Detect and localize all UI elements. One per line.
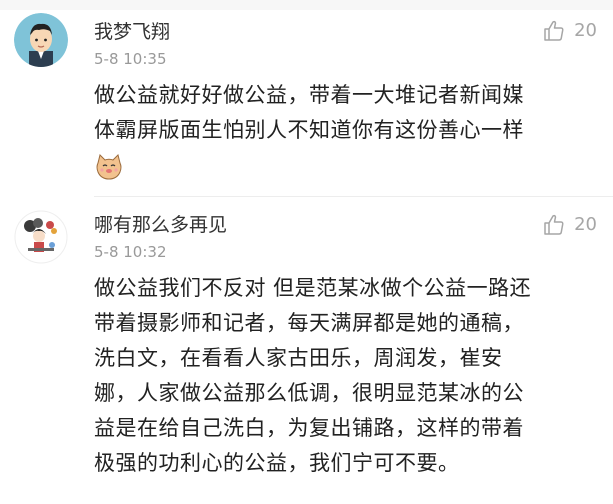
- comment-item: 哪有那么多再见 5-8 10:32 20 做公益我们不反对 但是范某冰做个公益一…: [0, 200, 613, 504]
- cat-face-icon: [94, 153, 124, 181]
- like-count: 20: [574, 20, 597, 41]
- like-count: 20: [574, 214, 597, 235]
- avatar[interactable]: [14, 13, 68, 67]
- timestamp: 5-8 10:32: [94, 243, 167, 261]
- comment-item: 我梦飞翔 5-8 10:35 20 做公益就好好做公益，带着一大堆记者新闻媒 体…: [0, 0, 613, 200]
- comment-text: 做公益我们不反对 但是范某冰做个公益一路还 带着摄影师和记者，每天满屏都是她的通…: [94, 276, 532, 475]
- avatar[interactable]: [14, 210, 68, 264]
- thumbs-up-icon: [544, 214, 564, 235]
- avatar-doodle-girl-icon: [14, 210, 68, 264]
- timestamp: 5-8 10:35: [94, 50, 167, 68]
- username[interactable]: 我梦飞翔: [94, 20, 170, 44]
- comment-screen: 我梦飞翔 5-8 10:35 20 做公益就好好做公益，带着一大堆记者新闻媒 体…: [0, 0, 613, 504]
- comment-text: 做公益就好好做公益，带着一大堆记者新闻媒 体霸屏版面生怕别人不知道你有这份善心一…: [94, 83, 524, 142]
- avatar-cartoon-man-icon: [14, 13, 68, 67]
- thumbs-up-icon: [544, 20, 564, 41]
- divider: [94, 196, 613, 197]
- like-button[interactable]: 20: [542, 212, 597, 238]
- like-button[interactable]: 20: [542, 18, 597, 44]
- username[interactable]: 哪有那么多再见: [94, 213, 227, 237]
